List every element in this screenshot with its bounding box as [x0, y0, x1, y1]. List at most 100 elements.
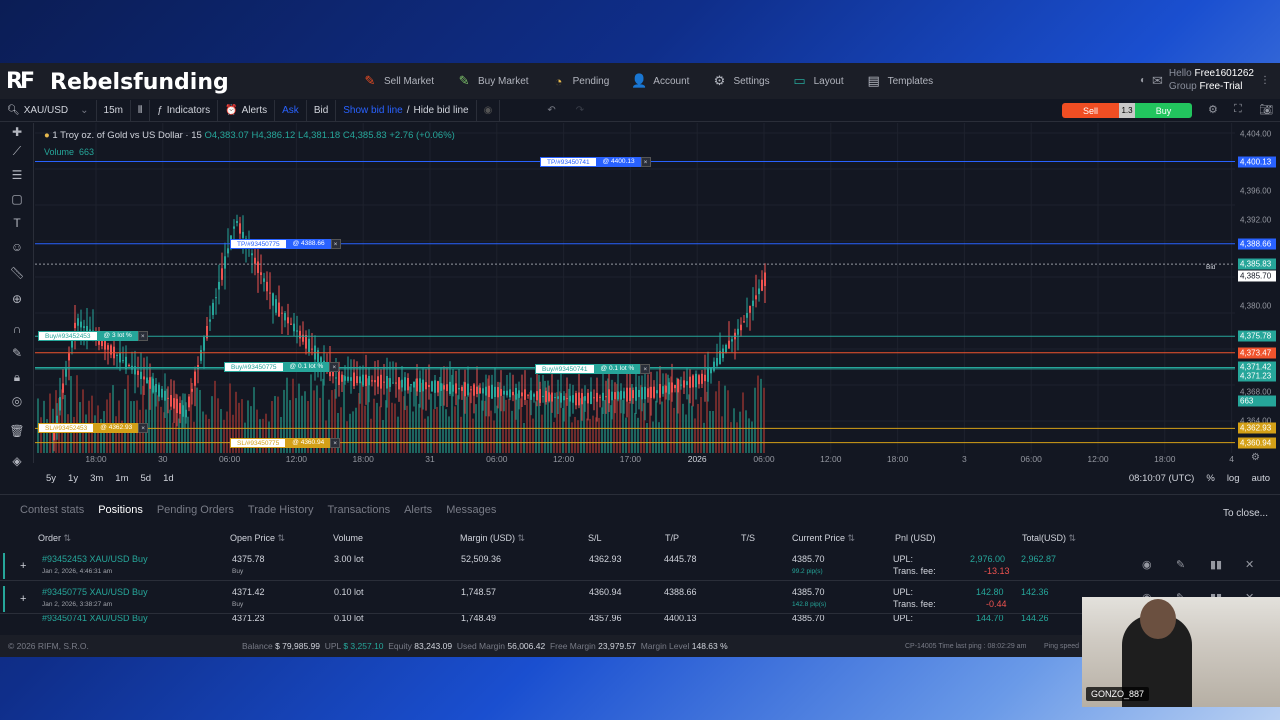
log-toggle[interactable]: log	[1227, 473, 1240, 484]
range-1m[interactable]: 1m	[115, 473, 128, 484]
tab-contest-stats[interactable]: Contest stats	[20, 504, 84, 516]
order-tag[interactable]: TP/#93450775 @ 4388.66 ×	[230, 238, 341, 249]
theme-toggle-icon[interactable]: ◐	[1140, 74, 1146, 87]
col-tp[interactable]: T/P	[665, 533, 679, 543]
chart-icon[interactable]: ▮▮	[1210, 558, 1222, 571]
order-id[interactable]: #93452453 XAU/USD Buy	[42, 554, 148, 564]
tab-transactions[interactable]: Transactions	[328, 504, 391, 516]
order-tag[interactable]: Buy/#93452453 @ 3 lot % ×	[38, 331, 148, 342]
nav-settings[interactable]: ⚙ Settings	[711, 73, 770, 89]
symbol-search[interactable]: 🔍︎ XAU/USD ⌄	[0, 99, 97, 122]
close-icon[interactable]: ×	[330, 437, 341, 448]
order-tag[interactable]: SL/#93452453 @ 4362.93 ×	[38, 423, 149, 434]
stop-loss[interactable]: 4362.93	[589, 554, 622, 564]
range-1d[interactable]: 1d	[163, 473, 174, 484]
nav-pending[interactable]: ◔ Pending	[551, 73, 610, 89]
lock-icon[interactable]: 🔒︎	[9, 369, 25, 385]
ask-button[interactable]: Ask	[275, 99, 307, 122]
close-positions-button[interactable]: To close...	[1223, 508, 1268, 519]
order-id[interactable]: #93450741 XAU/USD Buy	[42, 615, 148, 623]
text-icon[interactable]: T	[9, 215, 25, 231]
rectangle-icon[interactable]: ▢	[9, 191, 25, 207]
take-profit[interactable]: 4400.13	[664, 615, 697, 623]
history-buttons[interactable]: ↶ ↷	[500, 100, 591, 122]
expand-icon[interactable]: +	[20, 560, 26, 572]
auto-toggle[interactable]: auto	[1252, 473, 1271, 484]
hide-bid-line[interactable]: Hide bid line	[414, 105, 469, 116]
buy-button[interactable]: Buy	[1135, 103, 1192, 118]
close-icon[interactable]: ✕	[1245, 558, 1254, 571]
menu-icon[interactable]: ⋮	[1260, 74, 1270, 87]
nav-sell-market[interactable]: ✎ Sell Market	[362, 73, 434, 89]
tab-alerts[interactable]: Alerts	[404, 504, 432, 516]
order-tag[interactable]: TP/#93450741 @ 4400.13 ×	[540, 156, 651, 167]
show-bid-line[interactable]: Show bid line	[343, 105, 402, 116]
fib-icon[interactable]: ☰	[9, 167, 25, 183]
col-order[interactable]: Order ⇅	[38, 533, 71, 544]
bid-line-toggle[interactable]: Show bid line / Hide bid line	[336, 99, 477, 122]
brand-logo[interactable]: RF Rebelsfunding	[6, 69, 229, 95]
order-tag[interactable]: Buy/#93450775 @ 0.1 lot % ×	[224, 362, 340, 373]
table-row[interactable]: + #93452453 XAU/USD Buy Jan 2, 2026, 4:4…	[0, 551, 1280, 581]
col-open-price[interactable]: Open Price ⇅	[230, 533, 285, 544]
stop-loss[interactable]: 4357.96	[589, 615, 622, 623]
trash-icon[interactable]: 🗑︎	[9, 423, 25, 439]
col-pnl[interactable]: Pnl (USD)	[895, 533, 936, 543]
pencil-lock-icon[interactable]: ✎	[9, 345, 25, 361]
crosshair-icon[interactable]: ✚	[9, 124, 25, 140]
col-volume[interactable]: Volume	[333, 533, 363, 543]
stop-loss[interactable]: 4360.94	[589, 587, 622, 597]
order-tag[interactable]: Buy/#93450741 @ 0.1 lot % ×	[535, 363, 651, 374]
close-icon[interactable]: ×	[640, 363, 651, 374]
range-5y[interactable]: 5y	[46, 473, 56, 484]
nav-buy-market[interactable]: ✎ Buy Market	[456, 73, 529, 89]
tab-trade-history[interactable]: Trade History	[248, 504, 314, 516]
interval-button[interactable]: 15m	[97, 99, 131, 122]
close-icon[interactable]: ×	[640, 156, 651, 167]
close-icon[interactable]: ×	[330, 238, 341, 249]
edit-icon[interactable]: ✎	[1176, 558, 1185, 571]
layers-icon[interactable]: ◈	[9, 453, 25, 469]
nav-layout[interactable]: ▭ Layout	[792, 73, 843, 89]
price-axis[interactable]: 4,404.00 4,396.00 4,392.00 4,380.00 4,368.00…	[1236, 123, 1280, 453]
tab-pending-orders[interactable]: Pending Orders	[157, 504, 234, 516]
nav-templates[interactable]: ▤ Templates	[866, 73, 933, 89]
col-sl[interactable]: S/L	[588, 533, 602, 543]
price-chart[interactable]	[35, 123, 1235, 453]
fullscreen-icon[interactable]: ⛶	[1234, 103, 1242, 116]
undo-icon[interactable]: ↶	[547, 105, 555, 116]
eye-icon[interactable]: ◉	[1142, 558, 1152, 571]
settings-gear-icon[interactable]: ⚙	[1208, 103, 1218, 116]
col-total[interactable]: Total(USD) ⇅	[1022, 533, 1076, 544]
time-axis[interactable]: 18:00 30 06:00 12:00 18:00 31 06:00 12:00 17:00 2…	[35, 453, 1235, 467]
close-icon[interactable]: ×	[137, 331, 148, 342]
order-id[interactable]: #93450775 XAU/USD Buy	[42, 587, 148, 597]
zoom-icon[interactable]: ⊕	[9, 291, 25, 307]
close-icon[interactable]: ×	[138, 423, 149, 434]
take-profit[interactable]: 4445.78	[664, 554, 697, 564]
sell-button[interactable]: Sell	[1062, 103, 1119, 118]
col-ts[interactable]: T/S	[741, 533, 755, 543]
eye-icon[interactable]: ◎	[9, 393, 25, 409]
user-box[interactable]: ◐ ✉ Hello Free1601262 Group Free-Trial ⋮	[1140, 67, 1270, 93]
close-icon[interactable]: ×	[329, 362, 340, 373]
chart-type-button[interactable]: ⫴	[131, 99, 151, 122]
trendline-icon[interactable]: ⟋	[9, 143, 25, 159]
ruler-icon[interactable]: 📏︎	[9, 265, 25, 281]
order-tag[interactable]: SL/#93450775 @ 4360.94 ×	[230, 437, 341, 448]
alerts-button[interactable]: ⏰ Alerts	[218, 99, 276, 122]
camera-icon[interactable]: 📷︎	[1259, 103, 1273, 116]
tab-messages[interactable]: Messages	[446, 504, 496, 516]
mail-icon[interactable]: ✉	[1152, 74, 1163, 87]
percent-toggle[interactable]: %	[1206, 473, 1214, 484]
col-current-price[interactable]: Current Price ⇅	[792, 533, 855, 544]
visibility-button[interactable]: ◉	[477, 99, 501, 122]
range-5d[interactable]: 5d	[141, 473, 152, 484]
range-1y[interactable]: 1y	[68, 473, 78, 484]
redo-icon[interactable]: ↷	[576, 105, 584, 116]
indicators-button[interactable]: ƒ Indicators	[150, 99, 219, 122]
take-profit[interactable]: 4388.66	[664, 587, 697, 597]
emoji-icon[interactable]: ☺	[9, 239, 25, 255]
axis-settings-icon[interactable]: ⚙	[1251, 452, 1260, 463]
expand-icon[interactable]: +	[20, 593, 26, 605]
